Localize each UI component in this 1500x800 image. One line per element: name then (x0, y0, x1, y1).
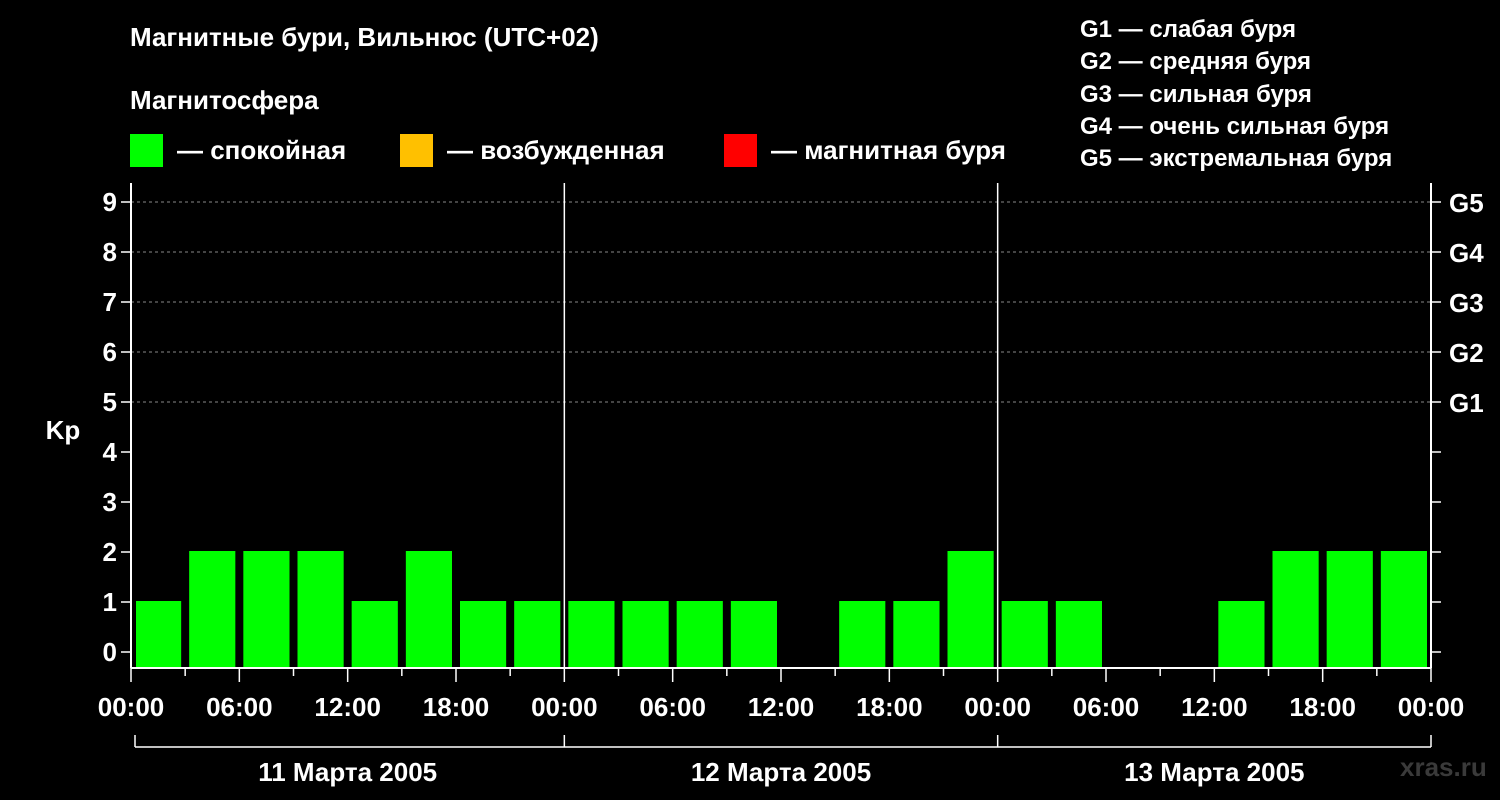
x-tick-label: 00:00 (98, 692, 165, 722)
y-tick-label: 9 (103, 187, 117, 217)
kp-bar (189, 551, 236, 668)
kp-bar (514, 601, 561, 668)
x-tick-label: 06:00 (1073, 692, 1140, 722)
kp-bar (351, 601, 398, 668)
x-tick-label: 18:00 (856, 692, 923, 722)
kp-bar (1001, 601, 1048, 668)
kp-bar (622, 601, 669, 668)
x-tick-label: 18:00 (1289, 692, 1356, 722)
g-scale-label: G5 (1449, 188, 1484, 218)
kp-bar (676, 601, 723, 668)
kp-bar (893, 601, 940, 668)
x-tick-label: 06:00 (639, 692, 706, 722)
y-tick-label: 4 (103, 437, 118, 467)
kp-bar (136, 601, 182, 668)
y-tick-label: 2 (103, 537, 117, 567)
kp-bar (243, 551, 290, 668)
kp-bar (839, 601, 886, 668)
x-tick-label: 18:00 (423, 692, 490, 722)
day-label: 11 Марта 2005 (258, 757, 437, 787)
g-scale-label: G2 (1449, 338, 1484, 368)
kp-bar (405, 551, 452, 668)
x-tick-label: 00:00 (1398, 692, 1465, 722)
y-tick-label: 5 (103, 387, 117, 417)
kp-bar-chart: 0 1 2 3 4 5 6 7 8 9 G1 G2 G3 G4 G5 Kp 00:00 06:00 12:00 18:… (46, 183, 1484, 787)
x-tick-label: 00:00 (964, 692, 1031, 722)
x-tick-label: 12:00 (748, 692, 815, 722)
kp-bar (1326, 551, 1373, 668)
x-tick-label: 12:00 (314, 692, 381, 722)
kp-bar (947, 551, 994, 668)
g-scale-label: G1 (1449, 388, 1484, 418)
kp-bar (1055, 601, 1102, 668)
kp-bar (1218, 601, 1265, 668)
x-tick-label: 06:00 (206, 692, 273, 722)
y-axis-label: Kp (46, 415, 81, 445)
y-tick-label: 8 (103, 237, 117, 267)
g-scale-label: G3 (1449, 288, 1484, 318)
kp-bar (1272, 551, 1319, 668)
y-tick-label: 6 (103, 337, 117, 367)
x-tick-label: 12:00 (1181, 692, 1248, 722)
y-tick-label: 3 (103, 487, 117, 517)
kp-bar (1380, 551, 1427, 668)
kp-bar (730, 601, 777, 668)
day-label: 13 Марта 2005 (1124, 757, 1304, 787)
x-tick-label: 00:00 (531, 692, 598, 722)
watermark: xras.ru (1400, 752, 1487, 782)
y-tick-label: 0 (103, 637, 117, 667)
g-scale-label: G4 (1449, 238, 1484, 268)
y-tick-label: 7 (103, 287, 117, 317)
kp-bar (297, 551, 344, 668)
kp-bar (568, 601, 615, 668)
day-label: 12 Марта 2005 (691, 757, 871, 787)
kp-bar (460, 601, 507, 668)
y-tick-label: 1 (103, 587, 117, 617)
